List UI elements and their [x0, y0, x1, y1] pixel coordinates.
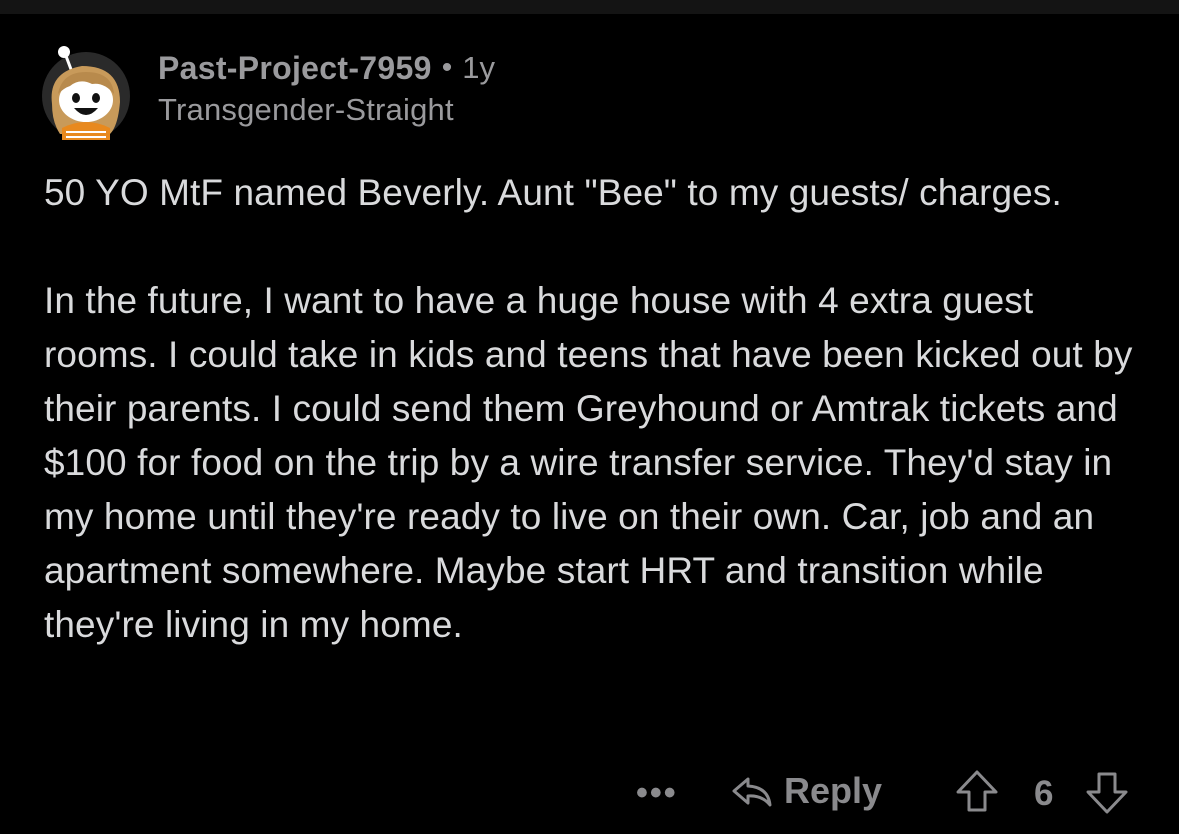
comment-body: 50 YO MtF named Beverly. Aunt "Bee" to m… — [44, 166, 1154, 652]
username-link[interactable]: Past-Project-7959 — [158, 50, 432, 87]
comment-age: 1y — [462, 50, 495, 85]
comment-actions: ••• Reply 6 — [0, 762, 1179, 822]
user-avatar[interactable] — [36, 42, 136, 142]
reply-label: Reply — [784, 770, 883, 811]
meta-separator: • — [441, 51, 453, 84]
reply-button[interactable]: Reply — [728, 770, 882, 812]
comment-paragraph: 50 YO MtF named Beverly. Aunt "Bee" to m… — [44, 172, 1062, 213]
comment-header: Past-Project-7959 • 1y Transgender-Strai… — [158, 48, 495, 128]
downvote-icon — [1086, 772, 1128, 814]
vote-score: 6 — [1034, 774, 1054, 813]
comment: Past-Project-7959 • 1y Transgender-Strai… — [0, 14, 1179, 834]
upvote-icon — [956, 770, 998, 812]
reply-arrow-icon — [732, 777, 772, 807]
snoo-avatar-icon — [42, 46, 130, 140]
downvote-button[interactable] — [1084, 768, 1130, 821]
more-icon[interactable]: ••• — [636, 774, 678, 813]
upvote-button[interactable] — [954, 768, 1000, 821]
meta-row: Past-Project-7959 • 1y — [158, 48, 495, 88]
top-bar — [0, 0, 1179, 14]
comment-paragraph: In the future, I want to have a huge hou… — [44, 280, 1133, 645]
user-flair: Transgender-Straight — [158, 92, 454, 127]
